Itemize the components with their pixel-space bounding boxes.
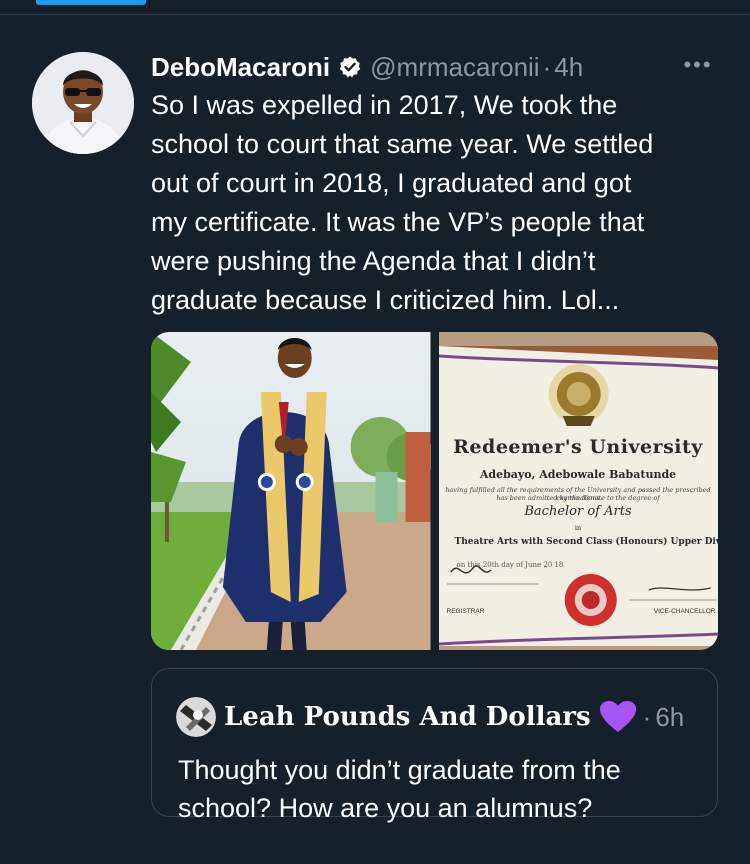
quoted-timestamp[interactable]: 6h (655, 702, 684, 733)
author-name[interactable]: DeboMacaroni (151, 52, 330, 83)
graduation-photo[interactable] (151, 332, 431, 650)
certificate-date: on this 20th day of June 20 18 (456, 561, 564, 569)
quoted-tweet-text: Thought you didn’t graduate from the sch… (178, 755, 621, 823)
tweet-header: DeboMacaroni @mrmacaronii · 4h (151, 50, 583, 84)
tweet-media-grid: Redeemer's University Adebayo, Adebowale… (151, 332, 718, 650)
author-handle[interactable]: @mrmacaronii (370, 52, 539, 83)
verified-badge-icon (338, 55, 362, 79)
separator-dot: · (542, 51, 552, 82)
certificate-degree: Bachelor of Arts (524, 504, 632, 519)
active-tab-indicator (36, 0, 146, 5)
quoted-tweet-header: Leah Pounds And Dollars · 6h (176, 697, 684, 737)
quoted-author-avatar[interactable] (176, 697, 216, 737)
divider (0, 14, 750, 15)
certificate-admitted: has been admitted by the Senate to the d… (496, 494, 660, 502)
author-avatar[interactable] (32, 52, 134, 154)
quoted-author-name[interactable]: Leah Pounds And Dollars (224, 702, 591, 732)
certificate-program: Theatre Arts with Second Class (Honours)… (454, 537, 719, 547)
separator-dot: · (642, 701, 652, 732)
more-options-icon[interactable]: ••• (678, 50, 718, 84)
certificate-school: Redeemer's University (453, 436, 703, 458)
tweet-timestamp[interactable]: 4h (554, 52, 583, 83)
tweet-text: So I was expelled in 2017, We took the s… (151, 90, 654, 315)
certificate-vice-chancellor: VICE-CHANCELLOR (653, 608, 716, 615)
certificate-in: in (574, 524, 582, 532)
quoted-tweet[interactable]: Leah Pounds And Dollars · 6h Thought you… (151, 668, 718, 823)
certificate-recipient: Adebayo, Adebowale Babatunde (479, 468, 677, 481)
purple-heart-icon (599, 700, 637, 734)
certificate-photo[interactable]: Redeemer's University Adebayo, Adebowale… (438, 332, 719, 650)
